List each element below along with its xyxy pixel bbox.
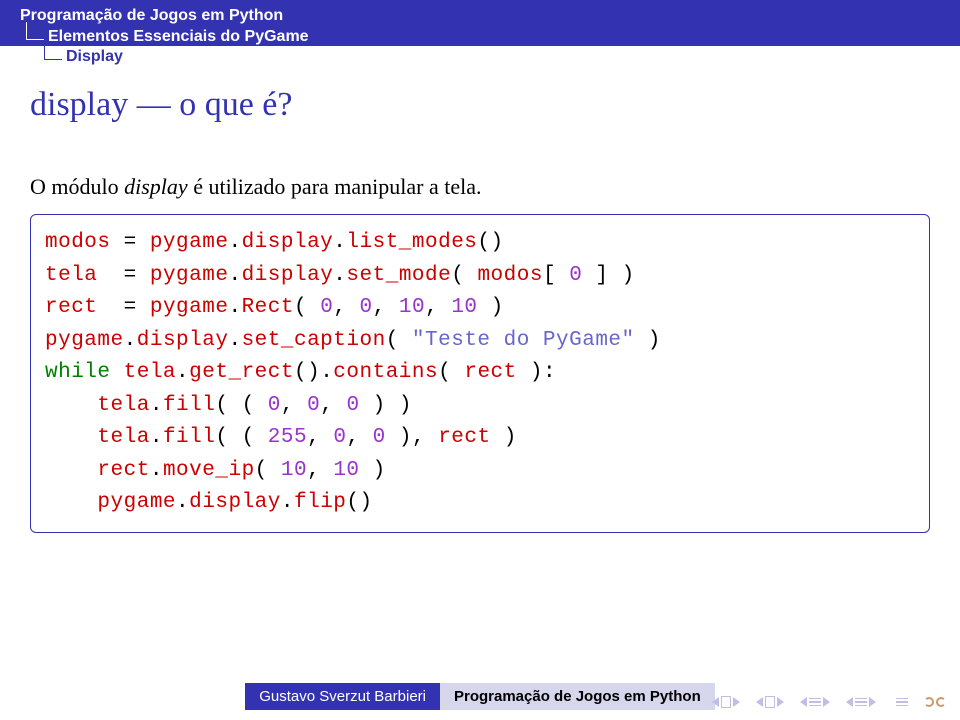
code-line-2: tela = pygame.display.set_mode( modos[ 0… (45, 264, 635, 287)
prev-slide-icon[interactable] (712, 697, 719, 707)
next-frame-icon[interactable] (777, 697, 784, 707)
nav-frame-group[interactable] (756, 696, 784, 708)
prev-frame-icon[interactable] (756, 697, 763, 707)
intro-italic: display (124, 174, 188, 199)
slide-title: display — o que é? (0, 68, 960, 124)
frame-icon (765, 696, 775, 708)
page-icon (721, 696, 731, 708)
tree-connector-icon (26, 22, 44, 40)
intro-post: é utilizado para manipular a tela. (188, 174, 482, 199)
prev-section-icon[interactable] (800, 697, 807, 707)
code-line-6: tela.fill( ( 0, 0, 0 ) ) (45, 394, 412, 417)
code-block: modos = pygame.display.list_modes() tela… (30, 214, 930, 533)
nav-section-group[interactable] (800, 697, 830, 707)
footer-title: Programação de Jogos em Python (440, 683, 715, 710)
slide-body: O módulo display é utilizado para manipu… (0, 124, 960, 533)
next-sub-icon[interactable] (869, 697, 876, 707)
prev-sub-icon[interactable] (846, 697, 853, 707)
outline-icon[interactable] (896, 698, 908, 707)
lines-icon (809, 698, 821, 707)
code-line-7: tela.fill( ( 255, 0, 0 ), rect ) (45, 426, 517, 449)
code-line-8: rect.move_ip( 10, 10 ) (45, 459, 386, 482)
breadcrumb-level2-row: Elementos Essenciais do PyGame (0, 28, 960, 46)
code-line-9: pygame.display.flip() (45, 491, 373, 514)
tree-connector-icon (44, 42, 62, 60)
refresh-group[interactable] (924, 697, 946, 707)
nav-subsection-group[interactable] (846, 697, 876, 707)
redo-icon[interactable] (936, 697, 946, 707)
code-line-3: rect = pygame.Rect( 0, 0, 10, 10 ) (45, 296, 504, 319)
nav-slide-group[interactable] (712, 696, 740, 708)
lines-icon (855, 698, 867, 707)
breadcrumb-level3: Display (66, 48, 123, 66)
footer-author: Gustavo Sverzut Barbieri (245, 683, 440, 710)
code-line-1: modos = pygame.display.list_modes() (45, 231, 504, 254)
breadcrumb-level1: Programação de Jogos em Python (0, 4, 960, 28)
undo-icon[interactable] (924, 697, 934, 707)
intro-pre: O módulo (30, 174, 124, 199)
breadcrumb-level3-row: Display (0, 46, 960, 68)
breadcrumb-level2: Elementos Essenciais do PyGame (48, 28, 309, 46)
code-line-5: while tela.get_rect().contains( rect ): (45, 361, 556, 384)
nav-controls (712, 696, 946, 708)
next-section-icon[interactable] (823, 697, 830, 707)
next-slide-icon[interactable] (733, 697, 740, 707)
breadcrumb-header: Programação de Jogos em Python Elementos… (0, 0, 960, 46)
code-line-4: pygame.display.set_caption( "Teste do Py… (45, 329, 661, 352)
intro-text: O módulo display é utilizado para manipu… (30, 174, 930, 200)
